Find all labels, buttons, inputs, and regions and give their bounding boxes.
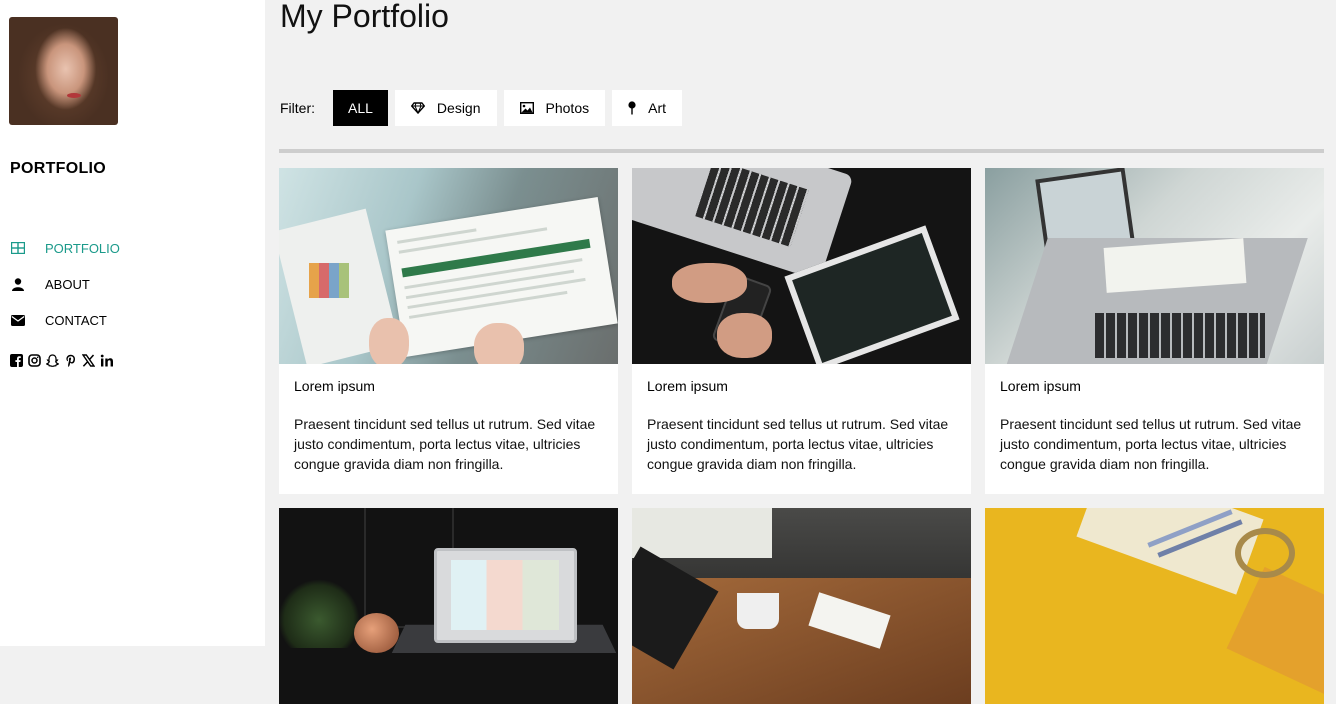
pinterest-icon[interactable] bbox=[63, 353, 78, 368]
image-icon bbox=[519, 102, 534, 114]
filter-photos-label: Photos bbox=[545, 100, 590, 116]
filter-bar: Filter: ALL Design Photos Art bbox=[280, 90, 689, 126]
facebook-icon[interactable] bbox=[9, 353, 24, 368]
portfolio-card[interactable]: Lorem ipsum Praesent tincidunt sed tellu… bbox=[632, 168, 971, 494]
instagram-icon[interactable] bbox=[27, 353, 42, 368]
sidebar-nav: PORTFOLIO ABOUT CONTACT bbox=[10, 238, 250, 346]
portfolio-card[interactable] bbox=[279, 508, 618, 704]
x-icon[interactable] bbox=[81, 353, 96, 368]
card-title: Lorem ipsum bbox=[647, 378, 728, 394]
portfolio-card[interactable] bbox=[985, 508, 1324, 704]
card-image bbox=[985, 508, 1324, 704]
divider bbox=[279, 149, 1324, 153]
filter-all-label: ALL bbox=[348, 100, 373, 116]
card-image bbox=[985, 168, 1324, 364]
card-description: Praesent tincidunt sed tellus ut rutrum.… bbox=[647, 416, 949, 472]
filter-all-button[interactable]: ALL bbox=[333, 90, 388, 126]
filter-photos-button[interactable]: Photos bbox=[503, 90, 606, 126]
portfolio-card[interactable]: Lorem ipsum Praesent tincidunt sed tellu… bbox=[985, 168, 1324, 494]
portfolio-card[interactable] bbox=[632, 508, 971, 704]
envelope-icon bbox=[10, 312, 26, 328]
grid-icon bbox=[10, 240, 26, 256]
nav-item-portfolio[interactable]: PORTFOLIO bbox=[10, 238, 250, 258]
user-icon bbox=[10, 276, 26, 292]
brand-title: PORTFOLIO bbox=[10, 160, 107, 177]
nav-item-contact[interactable]: CONTACT bbox=[10, 310, 250, 330]
diamond-icon bbox=[410, 102, 425, 114]
social-links bbox=[9, 353, 114, 368]
filter-art-label: Art bbox=[648, 100, 666, 116]
sidebar: PORTFOLIO PORTFOLIO ABOUT CONTACT bbox=[0, 0, 265, 646]
linkedin-icon[interactable] bbox=[99, 353, 114, 368]
filter-label: Filter: bbox=[280, 100, 315, 116]
snapchat-icon[interactable] bbox=[45, 353, 60, 368]
nav-label-about: ABOUT bbox=[45, 276, 90, 292]
nav-item-about[interactable]: ABOUT bbox=[10, 274, 250, 294]
map-pin-icon bbox=[628, 101, 636, 115]
profile-avatar bbox=[9, 17, 118, 125]
page-title: My Portfolio bbox=[280, 0, 449, 34]
portfolio-card[interactable]: Lorem ipsum Praesent tincidunt sed tellu… bbox=[279, 168, 618, 494]
nav-label-portfolio: PORTFOLIO bbox=[45, 240, 120, 256]
card-title: Lorem ipsum bbox=[294, 378, 375, 394]
card-description: Praesent tincidunt sed tellus ut rutrum.… bbox=[1000, 416, 1302, 472]
card-image bbox=[632, 168, 971, 364]
card-image bbox=[632, 508, 971, 704]
card-title: Lorem ipsum bbox=[1000, 378, 1081, 394]
filter-design-button[interactable]: Design bbox=[394, 90, 497, 126]
filter-art-button[interactable]: Art bbox=[612, 90, 682, 126]
card-description: Praesent tincidunt sed tellus ut rutrum.… bbox=[294, 416, 596, 472]
filter-design-label: Design bbox=[436, 100, 481, 116]
main-content: My Portfolio Filter: ALL Design Photos A… bbox=[265, 0, 1336, 704]
card-image bbox=[279, 168, 618, 364]
nav-label-contact: CONTACT bbox=[45, 312, 107, 328]
card-image bbox=[279, 508, 618, 704]
